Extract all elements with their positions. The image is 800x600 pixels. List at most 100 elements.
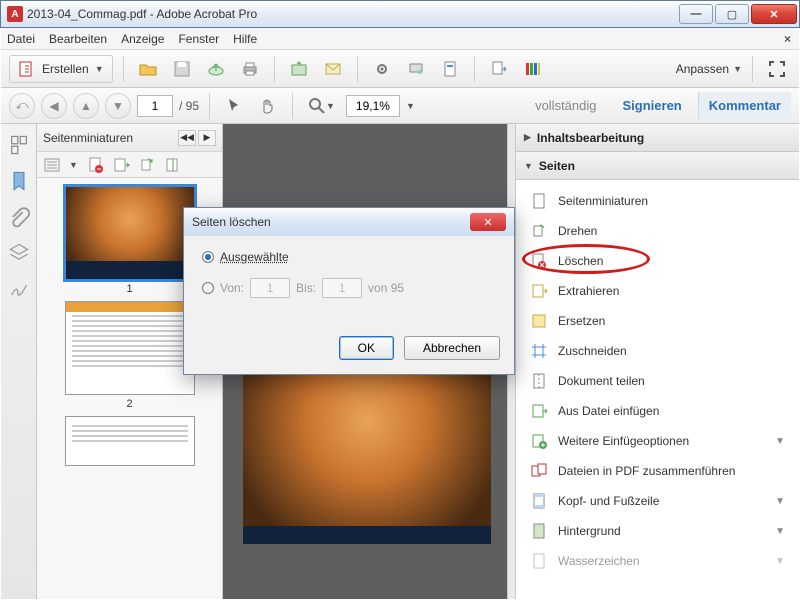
- rail-layers-icon[interactable]: [8, 242, 30, 264]
- main-toolbar: Erstellen ▼ Anpassen ▼: [1, 50, 799, 88]
- label-bis: Bis:: [296, 281, 316, 295]
- rail-attachment-icon[interactable]: [8, 206, 30, 228]
- page-prev-button[interactable]: ◀: [41, 93, 67, 119]
- color-button[interactable]: [519, 55, 547, 83]
- thumb-collapse-left-icon[interactable]: ◀◀: [178, 130, 196, 146]
- cursor-icon: [225, 97, 243, 115]
- thumb-delete-icon[interactable]: [86, 156, 104, 174]
- extract-icon: [530, 282, 548, 300]
- radio-selected[interactable]: [202, 251, 214, 263]
- form-button[interactable]: [436, 55, 464, 83]
- chevron-right-icon: ▶: [524, 132, 531, 143]
- thumb-replace-icon[interactable]: [164, 156, 182, 174]
- radio-range-row[interactable]: Von: Bis: von 95: [202, 278, 496, 298]
- section-pages[interactable]: ▼Seiten: [516, 152, 799, 180]
- thumb-menu-icon[interactable]: [43, 156, 61, 174]
- save-button[interactable]: [168, 55, 196, 83]
- tool-dateien-zusammenfuehren[interactable]: Dateien in PDF zusammenführen: [516, 456, 799, 486]
- rail-bookmark-icon[interactable]: [8, 170, 30, 192]
- scan-button[interactable]: [402, 55, 430, 83]
- export-button[interactable]: [485, 55, 513, 83]
- tool-loeschen[interactable]: Löschen: [516, 246, 799, 276]
- hand-tool[interactable]: [254, 92, 282, 120]
- split-doc-icon: [530, 372, 548, 390]
- print-button[interactable]: [236, 55, 264, 83]
- label-of-total: von 95: [368, 281, 404, 295]
- thumb-extract-icon[interactable]: [112, 156, 130, 174]
- maximize-button[interactable]: [715, 4, 749, 24]
- tool-weitere-einfuegeoptionen[interactable]: Weitere Einfügeoptionen▼: [516, 426, 799, 456]
- tool-ersetzen[interactable]: Ersetzen: [516, 306, 799, 336]
- tool-drehen[interactable]: Drehen: [516, 216, 799, 246]
- page-number-input[interactable]: [137, 95, 173, 117]
- select-tool[interactable]: [220, 92, 248, 120]
- replace-icon: [530, 312, 548, 330]
- zoom-tool[interactable]: ▼: [303, 92, 340, 120]
- tool-zuschneiden[interactable]: Zuschneiden: [516, 336, 799, 366]
- navigation-rail: [1, 124, 37, 599]
- page-up-button[interactable]: ▲: [73, 93, 99, 119]
- cloud-button[interactable]: [202, 55, 230, 83]
- chevron-down-icon[interactable]: ▼: [69, 160, 78, 170]
- rotate-icon: [530, 222, 548, 240]
- open-button[interactable]: [134, 55, 162, 83]
- label-von: Von:: [220, 281, 244, 295]
- create-button[interactable]: Erstellen ▼: [9, 55, 113, 83]
- customize-button[interactable]: Anpassen ▼: [676, 62, 742, 76]
- gear-icon: [373, 60, 391, 78]
- link-vollstaendig[interactable]: vollständig: [525, 92, 606, 119]
- dialog-close-button[interactable]: ✕: [470, 213, 506, 231]
- tool-extrahieren[interactable]: Extrahieren: [516, 276, 799, 306]
- background-icon: [530, 522, 548, 540]
- menu-file[interactable]: Datei: [7, 32, 35, 46]
- chevron-down-icon: ▼: [775, 556, 785, 567]
- page-first-button[interactable]: ⤺: [9, 93, 35, 119]
- tool-seitenminiaturen[interactable]: Seitenminiaturen: [516, 186, 799, 216]
- page-down-button[interactable]: ▼: [105, 93, 131, 119]
- settings-button[interactable]: [368, 55, 396, 83]
- thumbnail-page-1[interactable]: 1: [65, 186, 195, 295]
- folder-open-icon: [139, 60, 157, 78]
- radio-selected-row[interactable]: Ausgewählte: [202, 250, 496, 264]
- chevron-down-icon: ▼: [775, 436, 785, 447]
- share-button[interactable]: [285, 55, 313, 83]
- ok-button[interactable]: OK: [339, 336, 394, 360]
- link-kommentar[interactable]: Kommentar: [698, 92, 791, 119]
- menu-help[interactable]: Hilfe: [233, 32, 257, 46]
- window-close-button[interactable]: [751, 4, 797, 24]
- tool-hintergrund[interactable]: Hintergrund▼: [516, 516, 799, 546]
- chevron-down-icon[interactable]: ▼: [406, 101, 415, 111]
- rail-signatures-icon[interactable]: [8, 278, 30, 300]
- menu-window[interactable]: Fenster: [178, 32, 219, 46]
- rail-thumbnails-icon[interactable]: [8, 134, 30, 156]
- thumb-collapse-right-icon[interactable]: ▶: [198, 130, 216, 146]
- cancel-button[interactable]: Abbrechen: [404, 336, 500, 360]
- tools-panel: ▶Inhaltsbearbeitung ▼Seiten Seitenminiat…: [515, 124, 799, 599]
- radio-range[interactable]: [202, 282, 214, 294]
- email-icon: [324, 60, 342, 78]
- document-close-icon[interactable]: ×: [784, 32, 791, 46]
- tool-wasserzeichen[interactable]: Wasserzeichen▼: [516, 546, 799, 576]
- thumbnails-tools: ▼: [37, 152, 222, 178]
- minimize-button[interactable]: [679, 4, 713, 24]
- dialog-title: Seiten löschen: [192, 215, 271, 229]
- thumb-rotate-icon[interactable]: [138, 156, 156, 174]
- section-content-editing[interactable]: ▶Inhaltsbearbeitung: [516, 124, 799, 152]
- link-signieren[interactable]: Signieren: [613, 92, 692, 119]
- tool-dokument-teilen[interactable]: Dokument teilen: [516, 366, 799, 396]
- thumbnail-page-2[interactable]: 2: [65, 301, 195, 410]
- menu-edit[interactable]: Bearbeiten: [49, 32, 107, 46]
- menubar: Datei Bearbeiten Anzeige Fenster Hilfe ×: [1, 28, 799, 50]
- tool-aus-datei-einfuegen[interactable]: Aus Datei einfügen: [516, 396, 799, 426]
- export-icon: [490, 60, 508, 78]
- email-button[interactable]: [319, 55, 347, 83]
- thumbnail-page-3[interactable]: [65, 416, 195, 466]
- app-icon: A: [7, 6, 23, 22]
- zoom-input[interactable]: [346, 95, 400, 117]
- dialog-titlebar[interactable]: Seiten löschen ✕: [184, 208, 514, 236]
- page-thumbnail-icon: [530, 192, 548, 210]
- tool-kopf-fusszeile[interactable]: Kopf- und Fußzeile▼: [516, 486, 799, 516]
- input-from: [250, 278, 290, 298]
- fullscreen-button[interactable]: [763, 55, 791, 83]
- menu-view[interactable]: Anzeige: [121, 32, 164, 46]
